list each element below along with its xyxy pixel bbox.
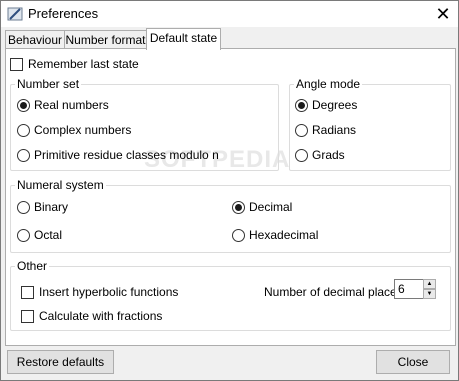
angle-mode-group: Angle mode Degrees Radians Grads	[289, 77, 451, 171]
radio-button[interactable]	[17, 228, 30, 242]
radio-binary[interactable]: Binary	[17, 200, 68, 214]
calc-fractions-label: Calculate with fractions	[39, 309, 163, 323]
default-state-panel: SOFTPEDIA Remember last state Number set…	[5, 48, 456, 346]
radio-octal[interactable]: Octal	[17, 228, 62, 242]
restore-defaults-button[interactable]: Restore defaults	[7, 350, 114, 374]
radio-label: Radians	[312, 123, 357, 137]
radio-button[interactable]	[295, 148, 308, 162]
radio-radians[interactable]: Radians	[295, 123, 356, 137]
spin-down-icon[interactable]: ▼	[423, 289, 436, 299]
radio-button[interactable]	[232, 228, 245, 242]
radio-primitive-residue[interactable]: Primitive residue classes modulo n	[17, 148, 219, 162]
other-title: Other	[15, 259, 50, 273]
radio-grads[interactable]: Grads	[295, 148, 345, 162]
decimal-places-label: Number of decimal places:	[264, 285, 407, 299]
insert-hyperbolic-checkbox[interactable]: Insert hyperbolic functions	[21, 285, 178, 299]
radio-label: Complex numbers	[34, 123, 132, 137]
preferences-app-icon	[7, 7, 23, 21]
remember-last-state-label: Remember last state	[28, 57, 139, 71]
preferences-window: Preferences ✕ Behaviour Number format De…	[0, 0, 459, 381]
radio-label: Primitive residue classes modulo n	[34, 148, 219, 162]
radio-button[interactable]	[232, 200, 245, 214]
checkbox-box[interactable]	[10, 57, 23, 71]
remember-last-state-checkbox[interactable]: Remember last state	[10, 57, 139, 71]
radio-button[interactable]	[17, 98, 30, 112]
radio-button[interactable]	[17, 123, 30, 137]
title-bar: Preferences ✕	[1, 1, 458, 27]
radio-decimal[interactable]: Decimal	[232, 200, 292, 214]
radio-label: Real numbers	[34, 98, 109, 112]
decimal-places-input[interactable]: 6	[394, 279, 425, 299]
radio-complex-numbers[interactable]: Complex numbers	[17, 123, 131, 137]
numeral-system-group: Numeral system Binary Decimal Octal Hexa…	[10, 178, 451, 253]
other-group: Other Insert hyperbolic functions Calcul…	[10, 259, 451, 331]
radio-button[interactable]	[295, 98, 308, 112]
radio-label: Degrees	[312, 98, 358, 112]
radio-hexadecimal[interactable]: Hexadecimal	[232, 228, 318, 242]
tab-default-state[interactable]: Default state	[146, 28, 221, 50]
checkbox-box[interactable]	[21, 309, 34, 323]
tab-behaviour[interactable]: Behaviour	[5, 30, 65, 49]
angle-mode-title: Angle mode	[294, 77, 363, 91]
number-set-title: Number set	[15, 77, 82, 91]
radio-label: Binary	[34, 200, 69, 214]
insert-hyperbolic-label: Insert hyperbolic functions	[39, 285, 179, 299]
radio-label: Decimal	[249, 200, 293, 214]
numeral-system-title: Numeral system	[15, 178, 106, 192]
radio-label: Grads	[312, 148, 345, 162]
radio-degrees[interactable]: Degrees	[295, 98, 357, 112]
radio-label: Octal	[34, 228, 63, 242]
decimal-places-stepper[interactable]: 6 ▲ ▼	[394, 279, 436, 299]
close-icon[interactable]: ✕	[431, 2, 455, 26]
tab-number-format[interactable]: Number format	[64, 30, 147, 49]
radio-button[interactable]	[17, 200, 30, 214]
number-set-group: Number set Real numbers Complex numbers …	[10, 77, 279, 171]
radio-button[interactable]	[17, 148, 30, 162]
calc-fractions-checkbox[interactable]: Calculate with fractions	[21, 309, 162, 323]
close-button[interactable]: Close	[376, 350, 450, 374]
spin-buttons: ▲ ▼	[423, 279, 436, 299]
radio-label: Hexadecimal	[249, 228, 319, 242]
checkbox-box[interactable]	[21, 285, 34, 299]
window-title: Preferences	[28, 6, 99, 21]
radio-real-numbers[interactable]: Real numbers	[17, 98, 109, 112]
radio-button[interactable]	[295, 123, 308, 137]
spin-up-icon[interactable]: ▲	[423, 279, 436, 289]
